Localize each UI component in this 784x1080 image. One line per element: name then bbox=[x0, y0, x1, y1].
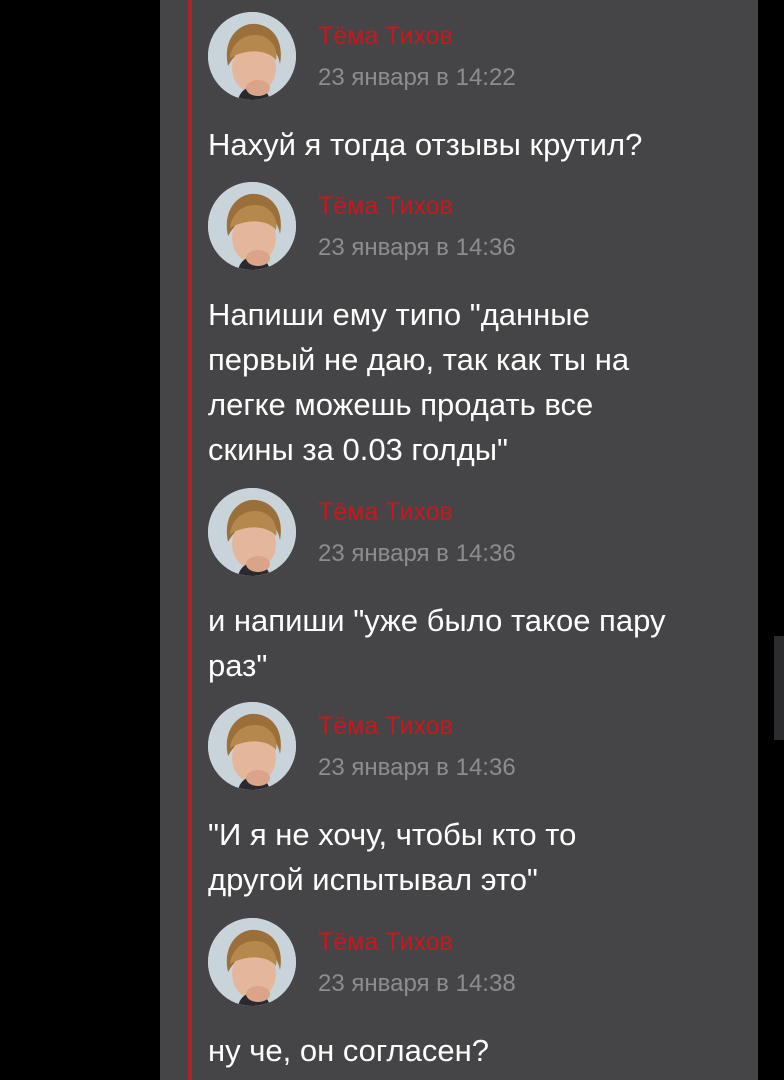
chat-panel: Тёма Тихов 23 января в 14:22 Нахуй я тог… bbox=[160, 0, 758, 1080]
user-avatar-icon[interactable] bbox=[208, 488, 296, 576]
user-avatar-icon[interactable] bbox=[208, 918, 296, 1006]
message-author[interactable]: Тёма Тихов bbox=[318, 192, 453, 221]
message-header: Тёма Тихов 23 января в 14:36 bbox=[208, 702, 748, 790]
message-author[interactable]: Тёма Тихов bbox=[318, 712, 453, 741]
message-item: Тёма Тихов 23 января в 14:36 и напиши "у… bbox=[208, 488, 748, 688]
message-text: и напиши "уже было такое пару раз" bbox=[208, 603, 666, 683]
message-header: Тёма Тихов 23 января в 14:38 bbox=[208, 918, 748, 1006]
message-timestamp: 23 января в 14:36 bbox=[318, 540, 516, 567]
message-item: Тёма Тихов 23 января в 14:36 Напиши ему … bbox=[208, 182, 748, 472]
user-avatar-icon[interactable] bbox=[208, 702, 296, 790]
message-timestamp: 23 января в 14:38 bbox=[318, 970, 516, 997]
user-avatar-icon[interactable] bbox=[208, 182, 296, 270]
message-item: Тёма Тихов 23 января в 14:36 "И я не хоч… bbox=[208, 702, 748, 902]
message-text: Нахуй я тогда отзывы крутил? bbox=[208, 127, 643, 162]
message-author[interactable]: Тёма Тихов bbox=[318, 928, 453, 957]
screen: Тёма Тихов 23 января в 14:22 Нахуй я тог… bbox=[0, 0, 784, 1080]
message-item: Тёма Тихов 23 января в 14:38 ну че, он с… bbox=[208, 918, 748, 1073]
message-timestamp: 23 января в 14:36 bbox=[318, 754, 516, 781]
message-author[interactable]: Тёма Тихов bbox=[318, 22, 453, 51]
message-header: Тёма Тихов 23 января в 14:22 bbox=[208, 12, 748, 100]
message-header: Тёма Тихов 23 января в 14:36 bbox=[208, 488, 748, 576]
message-author[interactable]: Тёма Тихов bbox=[318, 498, 453, 527]
scroll-edge-indicator bbox=[774, 636, 784, 740]
message-timestamp: 23 января в 14:22 bbox=[318, 64, 516, 91]
reply-accent-bar bbox=[188, 0, 192, 1080]
message-text: ну че, он согласен? bbox=[208, 1033, 489, 1068]
message-header: Тёма Тихов 23 января в 14:36 bbox=[208, 182, 748, 270]
message-text: "И я не хочу, чтобы кто то другой испыты… bbox=[208, 817, 577, 897]
message-text: Напиши ему типо "данные первый не даю, т… bbox=[208, 297, 630, 467]
message-item: Тёма Тихов 23 января в 14:22 Нахуй я тог… bbox=[208, 12, 748, 167]
user-avatar-icon[interactable] bbox=[208, 12, 296, 100]
message-timestamp: 23 января в 14:36 bbox=[318, 234, 516, 261]
